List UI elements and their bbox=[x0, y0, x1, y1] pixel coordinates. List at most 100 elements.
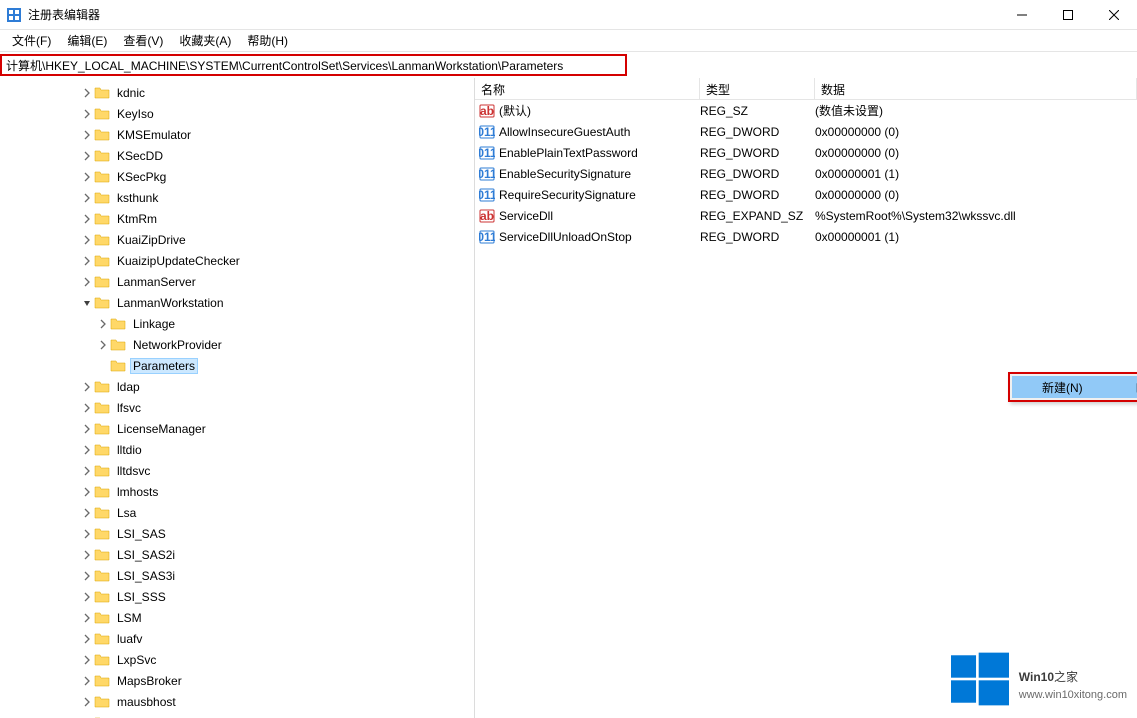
chevron-right-icon[interactable] bbox=[80, 653, 94, 667]
header-data[interactable]: 数据 bbox=[815, 78, 1137, 99]
tree-node[interactable]: LSM bbox=[0, 608, 474, 628]
list-header[interactable]: 名称 类型 数据 bbox=[475, 78, 1137, 100]
menu-edit[interactable]: 编辑(E) bbox=[61, 30, 113, 51]
value-row[interactable]: 011EnableSecuritySignatureREG_DWORD0x000… bbox=[475, 163, 1137, 184]
chevron-right-icon[interactable] bbox=[80, 275, 94, 289]
watermark-brand: Win10之家 bbox=[1019, 658, 1127, 686]
chevron-right-icon[interactable] bbox=[80, 569, 94, 583]
tree-node[interactable]: lmhosts bbox=[0, 482, 474, 502]
tree-node[interactable]: LxpSvc bbox=[0, 650, 474, 670]
windows-logo-icon bbox=[951, 650, 1009, 708]
tree-node[interactable]: LSI_SSS bbox=[0, 587, 474, 607]
menu-view[interactable]: 查看(V) bbox=[117, 30, 169, 51]
chevron-right-icon[interactable] bbox=[80, 149, 94, 163]
value-name: ServiceDllUnloadOnStop bbox=[499, 230, 632, 244]
tree-node[interactable]: KSecPkg bbox=[0, 167, 474, 187]
chevron-right-icon[interactable] bbox=[80, 695, 94, 709]
tree-node[interactable]: KSecDD bbox=[0, 146, 474, 166]
chevron-right-icon[interactable] bbox=[80, 254, 94, 268]
tree-node[interactable]: KMSEmulator bbox=[0, 125, 474, 145]
tree-node[interactable]: ksthunk bbox=[0, 188, 474, 208]
tree-node[interactable]: LicenseManager bbox=[0, 419, 474, 439]
tree-node[interactable]: KtmRm bbox=[0, 209, 474, 229]
tree-node[interactable]: KuaizipUpdateChecker bbox=[0, 251, 474, 271]
tree-node[interactable]: KuaiZipDrive bbox=[0, 230, 474, 250]
tree-node[interactable]: LSI_SAS2i bbox=[0, 545, 474, 565]
chevron-right-icon[interactable] bbox=[80, 401, 94, 415]
value-row[interactable]: ab(默认)REG_SZ(数值未设置) bbox=[475, 100, 1137, 121]
value-type: REG_DWORD bbox=[700, 230, 815, 244]
value-row[interactable]: 011ServiceDllUnloadOnStopREG_DWORD0x0000… bbox=[475, 226, 1137, 247]
chevron-right-icon[interactable] bbox=[80, 506, 94, 520]
value-name: (默认) bbox=[499, 102, 531, 119]
chevron-right-icon[interactable] bbox=[80, 590, 94, 604]
tree-node[interactable]: Parameters bbox=[0, 356, 474, 376]
menu-favorites[interactable]: 收藏夹(A) bbox=[173, 30, 237, 51]
close-button[interactable] bbox=[1091, 0, 1137, 30]
tree-node[interactable]: kdnic bbox=[0, 83, 474, 103]
watermark-url: www.win10xitong.com bbox=[1019, 689, 1127, 701]
menu-help[interactable]: 帮助(H) bbox=[241, 30, 294, 51]
context-new[interactable]: 新建(N) ▶ bbox=[1012, 376, 1137, 398]
chevron-down-icon[interactable] bbox=[80, 296, 94, 310]
chevron-right-icon[interactable] bbox=[80, 233, 94, 247]
tree-node[interactable]: Lsa bbox=[0, 503, 474, 523]
minimize-button[interactable] bbox=[999, 0, 1045, 30]
value-data: 0x00000000 (0) bbox=[815, 125, 1137, 139]
chevron-right-icon[interactable] bbox=[80, 464, 94, 478]
tree-node[interactable]: ldap bbox=[0, 377, 474, 397]
value-row[interactable]: 011RequireSecuritySignatureREG_DWORD0x00… bbox=[475, 184, 1137, 205]
header-type[interactable]: 类型 bbox=[700, 78, 815, 99]
tree-node[interactable]: NetworkProvider bbox=[0, 335, 474, 355]
tree-pane[interactable]: kdnicKeyIsoKMSEmulator KSecDD KSecPkgksthu… bbox=[0, 78, 475, 718]
chevron-right-icon[interactable] bbox=[80, 380, 94, 394]
tree-node[interactable]: mausbip bbox=[0, 713, 474, 718]
svg-text:011: 011 bbox=[479, 188, 495, 202]
tree-node[interactable]: KeyIso bbox=[0, 104, 474, 124]
chevron-right-icon[interactable] bbox=[96, 338, 110, 352]
chevron-right-icon[interactable] bbox=[96, 317, 110, 331]
menu-bar: 文件(F) 编辑(E) 查看(V) 收藏夹(A) 帮助(H) bbox=[0, 30, 1137, 52]
chevron-right-icon[interactable] bbox=[80, 527, 94, 541]
chevron-right-icon[interactable] bbox=[80, 191, 94, 205]
chevron-right-icon[interactable] bbox=[80, 212, 94, 226]
svg-text:011: 011 bbox=[479, 146, 495, 160]
tree-node[interactable]: MapsBroker bbox=[0, 671, 474, 691]
chevron-right-icon[interactable] bbox=[80, 170, 94, 184]
address-bar[interactable]: 计算机\HKEY_LOCAL_MACHINE\SYSTEM\CurrentCon… bbox=[0, 54, 627, 76]
tree-node[interactable]: mausbhost bbox=[0, 692, 474, 712]
chevron-right-icon[interactable] bbox=[80, 107, 94, 121]
tree-node[interactable]: lltdsvc bbox=[0, 461, 474, 481]
chevron-right-icon[interactable] bbox=[80, 548, 94, 562]
tree-node[interactable]: LSI_SAS3i bbox=[0, 566, 474, 586]
chevron-right-icon[interactable] bbox=[80, 611, 94, 625]
chevron-right-icon[interactable] bbox=[80, 443, 94, 457]
chevron-right-icon[interactable] bbox=[80, 86, 94, 100]
value-row[interactable]: 011EnablePlainTextPasswordREG_DWORD0x000… bbox=[475, 142, 1137, 163]
chevron-right-icon[interactable] bbox=[80, 632, 94, 646]
maximize-button[interactable] bbox=[1045, 0, 1091, 30]
svg-text:011: 011 bbox=[479, 125, 495, 139]
chevron-right-icon[interactable] bbox=[80, 422, 94, 436]
tree-node[interactable]: Linkage bbox=[0, 314, 474, 334]
menu-file[interactable]: 文件(F) bbox=[6, 30, 57, 51]
tree-node[interactable]: lfsvc bbox=[0, 398, 474, 418]
chevron-right-icon[interactable] bbox=[80, 674, 94, 688]
chevron-right-icon[interactable] bbox=[96, 359, 110, 373]
tree-node[interactable]: LSI_SAS bbox=[0, 524, 474, 544]
tree-node[interactable]: luafv bbox=[0, 629, 474, 649]
value-row[interactable]: 011AllowInsecureGuestAuthREG_DWORD0x0000… bbox=[475, 121, 1137, 142]
chevron-right-icon[interactable] bbox=[80, 128, 94, 142]
chevron-right-icon[interactable] bbox=[80, 485, 94, 499]
value-row[interactable]: abServiceDllREG_EXPAND_SZ%SystemRoot%\Sy… bbox=[475, 205, 1137, 226]
header-name[interactable]: 名称 bbox=[475, 78, 700, 99]
value-type: REG_DWORD bbox=[700, 188, 815, 202]
tree-node[interactable]: lltdio bbox=[0, 440, 474, 460]
tree-node[interactable]: LanmanServer bbox=[0, 272, 474, 292]
value-data: 0x00000000 (0) bbox=[815, 188, 1137, 202]
context-new-label: 新建(N) bbox=[1042, 379, 1083, 396]
list-pane[interactable]: 名称 类型 数据 ab(默认)REG_SZ(数值未设置)011AllowInse… bbox=[475, 78, 1137, 718]
tree-node[interactable]: LanmanWorkstation bbox=[0, 293, 474, 313]
tree-label: KSecDD bbox=[114, 148, 166, 164]
tree-label: LxpSvc bbox=[114, 652, 159, 668]
